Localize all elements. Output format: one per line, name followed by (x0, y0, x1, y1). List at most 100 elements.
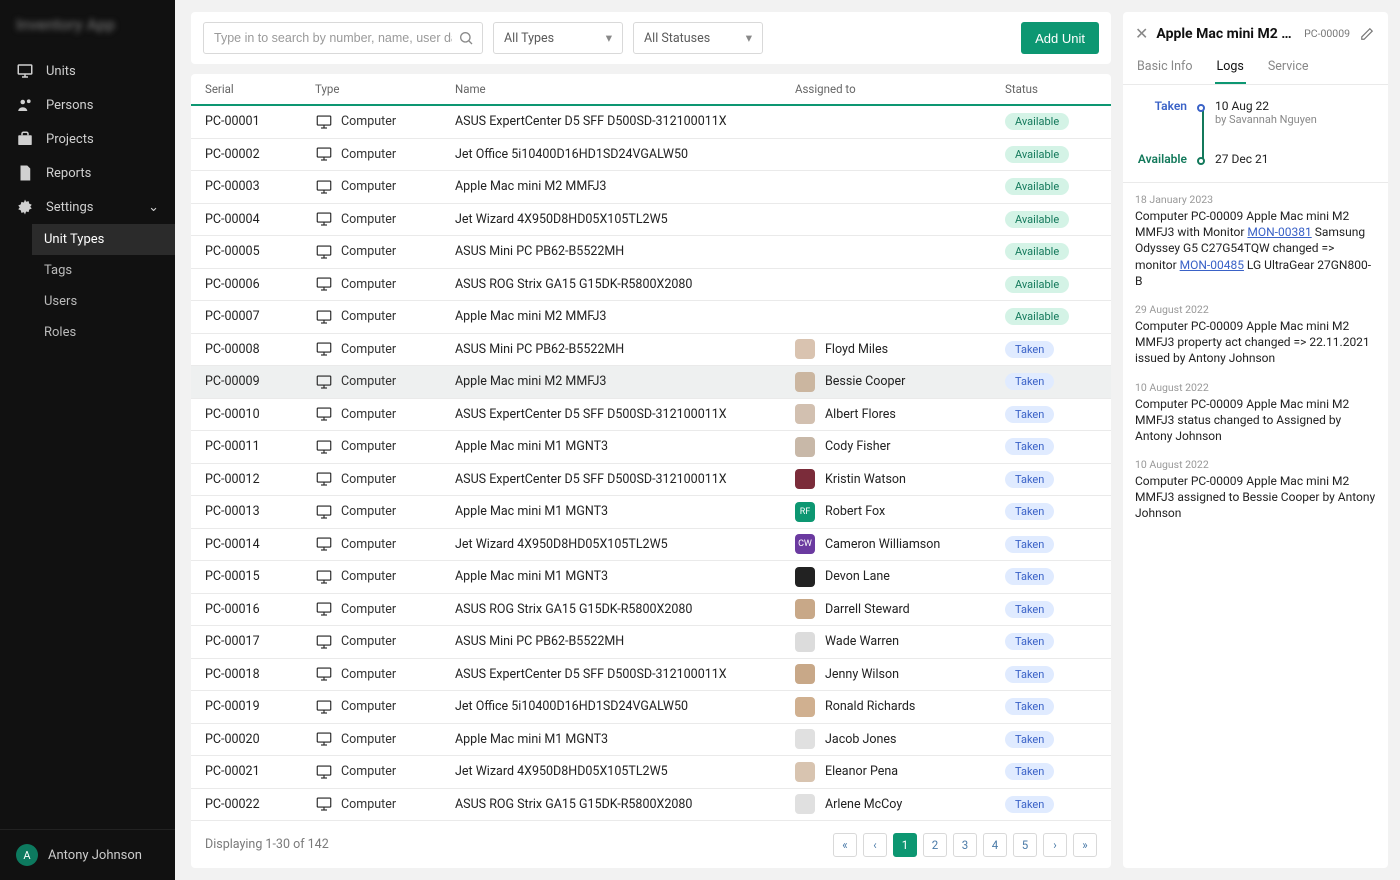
pager-prev[interactable]: ‹ (863, 833, 887, 857)
table-row[interactable]: PC-00019ComputerJet Office 5i10400D16HD1… (191, 691, 1111, 724)
table-row[interactable]: PC-00008ComputerASUS Mini PC PB62-B5522M… (191, 334, 1111, 367)
table-row[interactable]: PC-00016ComputerASUS ROG Strix GA15 G15D… (191, 594, 1111, 627)
row-menu-icon[interactable]: ⋮ (1105, 764, 1111, 780)
doc-icon (16, 164, 34, 182)
row-menu-icon[interactable]: ⋮ (1105, 471, 1111, 487)
status-badge: Taken (1005, 698, 1054, 715)
row-menu-icon[interactable]: ⋮ (1105, 406, 1111, 422)
row-menu-icon[interactable]: ⋮ (1105, 211, 1111, 227)
table-row[interactable]: PC-00012ComputerASUS ExpertCenter D5 SFF… (191, 464, 1111, 497)
pager-page[interactable]: 5 (1013, 833, 1037, 857)
tab-service[interactable]: Service (1266, 51, 1311, 84)
sidebar-item-persons[interactable]: Persons (0, 88, 175, 122)
nav-label: Units (46, 64, 76, 79)
table-body: PC-00001ComputerASUS ExpertCenter D5 SFF… (191, 106, 1111, 820)
table-row[interactable]: PC-00005ComputerASUS Mini PC PB62-B5522M… (191, 236, 1111, 269)
row-menu-icon[interactable]: ⋮ (1105, 731, 1111, 747)
cell-type: Computer (315, 178, 455, 196)
table-row[interactable]: PC-00017ComputerASUS Mini PC PB62-B5522M… (191, 626, 1111, 659)
row-menu-icon[interactable]: ⋮ (1105, 601, 1111, 617)
row-menu-icon[interactable]: ⋮ (1105, 536, 1111, 552)
table-row[interactable]: PC-00014ComputerJet Wizard 4X950D8HD05X1… (191, 529, 1111, 562)
table-row[interactable]: PC-00006ComputerASUS ROG Strix GA15 G15D… (191, 269, 1111, 302)
cell-name: Jet Wizard 4X950D8HD05X105TL2W5 (455, 537, 795, 552)
monitor-icon (315, 503, 333, 521)
tab-logs[interactable]: Logs (1215, 51, 1246, 84)
col-assigned: Assigned to (795, 82, 1005, 96)
row-menu-icon[interactable]: ⋮ (1105, 504, 1111, 520)
sidebar-user[interactable]: A Antony Johnson (0, 829, 175, 880)
row-menu-icon[interactable]: ⋮ (1105, 666, 1111, 682)
status-badge: Taken (1005, 731, 1054, 748)
row-menu-icon[interactable]: ⋮ (1105, 634, 1111, 650)
pager-page[interactable]: 3 (953, 833, 977, 857)
table-row[interactable]: PC-00001ComputerASUS ExpertCenter D5 SFF… (191, 106, 1111, 139)
sidebar-subitem-users[interactable]: Users (32, 286, 175, 317)
cell-type: Computer (315, 763, 455, 781)
table-row[interactable]: PC-00003ComputerApple Mac mini M2 MMFJ3A… (191, 171, 1111, 204)
monitor-icon (315, 535, 333, 553)
status-filter-dropdown[interactable]: All Statuses ▾ (633, 22, 763, 54)
sidebar-subitem-unit-types[interactable]: Unit Types (32, 224, 175, 255)
pager-page[interactable]: 2 (923, 833, 947, 857)
log-link[interactable]: MON-00381 (1247, 225, 1311, 239)
row-menu-icon[interactable]: ⋮ (1105, 276, 1111, 292)
table-row[interactable]: PC-00022ComputerASUS ROG Strix GA15 G15D… (191, 789, 1111, 821)
row-menu-icon[interactable]: ⋮ (1105, 146, 1111, 162)
tab-basic-info[interactable]: Basic Info (1135, 51, 1195, 84)
sidebar-item-projects[interactable]: Projects (0, 122, 175, 156)
table-row[interactable]: PC-00018ComputerASUS ExpertCenter D5 SFF… (191, 659, 1111, 692)
table-row[interactable]: PC-00015ComputerApple Mac mini M1 MGNT3D… (191, 561, 1111, 594)
row-menu-icon[interactable]: ⋮ (1105, 114, 1111, 130)
table-row[interactable]: PC-00007ComputerApple Mac mini M2 MMFJ3A… (191, 301, 1111, 334)
pager-prev[interactable]: « (833, 833, 857, 857)
sidebar-subitem-roles[interactable]: Roles (32, 317, 175, 348)
sidebar-item-settings[interactable]: Settings⌄ (0, 190, 175, 224)
table-row[interactable]: PC-00009ComputerApple Mac mini M2 MMFJ3B… (191, 366, 1111, 399)
table-row[interactable]: PC-00011ComputerApple Mac mini M1 MGNT3C… (191, 431, 1111, 464)
sidebar-item-units[interactable]: Units (0, 54, 175, 88)
detail-header: ✕ Apple Mac mini M2 MM... PC-00009 (1123, 12, 1388, 51)
row-menu-icon[interactable]: ⋮ (1105, 244, 1111, 260)
persons-icon (16, 96, 34, 114)
pager-next[interactable]: › (1043, 833, 1067, 857)
cell-type: Computer (315, 795, 455, 813)
row-menu-icon[interactable]: ⋮ (1105, 309, 1111, 325)
table-row[interactable]: PC-00020ComputerApple Mac mini M1 MGNT3J… (191, 724, 1111, 757)
row-menu-icon[interactable]: ⋮ (1105, 374, 1111, 390)
assigned-cell: Albert Flores (795, 404, 1005, 424)
pager-next[interactable]: » (1073, 833, 1097, 857)
avatar (795, 404, 815, 424)
pager-page[interactable]: 4 (983, 833, 1007, 857)
cell-serial: PC-00017 (205, 634, 315, 649)
table-row[interactable]: PC-00004ComputerJet Wizard 4X950D8HD05X1… (191, 204, 1111, 237)
type-filter-dropdown[interactable]: All Types ▾ (493, 22, 623, 54)
sidebar-subitem-tags[interactable]: Tags (32, 255, 175, 286)
edit-icon[interactable] (1358, 25, 1376, 43)
cell-name: ASUS Mini PC PB62-B5522MH (455, 634, 795, 649)
col-type: Type (315, 82, 455, 96)
table-header-row: Serial Type Name Assigned to Status (191, 74, 1111, 106)
table-row[interactable]: PC-00010ComputerASUS ExpertCenter D5 SFF… (191, 399, 1111, 432)
row-menu-icon[interactable]: ⋮ (1105, 699, 1111, 715)
row-menu-icon[interactable]: ⋮ (1105, 796, 1111, 812)
row-menu-icon[interactable]: ⋮ (1105, 341, 1111, 357)
table-row[interactable]: PC-00013ComputerApple Mac mini M1 MGNT3R… (191, 496, 1111, 529)
cell-name: ASUS ROG Strix GA15 G15DK-R5800X2080 (455, 797, 795, 812)
status-badge: Taken (1005, 438, 1054, 455)
timeline-by: by Savannah Nguyen (1215, 113, 1317, 126)
table-row[interactable]: PC-00002ComputerJet Office 5i10400D16HD1… (191, 139, 1111, 172)
row-menu-icon[interactable]: ⋮ (1105, 179, 1111, 195)
row-menu-icon[interactable]: ⋮ (1105, 439, 1111, 455)
sidebar-item-reports[interactable]: Reports (0, 156, 175, 190)
pager-page[interactable]: 1 (893, 833, 917, 857)
table-row[interactable]: PC-00021ComputerJet Wizard 4X950D8HD05X1… (191, 756, 1111, 789)
add-unit-button[interactable]: Add Unit (1021, 22, 1099, 54)
assigned-cell: Bessie Cooper (795, 372, 1005, 392)
search-input[interactable] (203, 22, 483, 54)
row-menu-icon[interactable]: ⋮ (1105, 569, 1111, 585)
log-link[interactable]: MON-00485 (1180, 258, 1244, 272)
monitor-icon (315, 730, 333, 748)
avatar (795, 664, 815, 684)
close-icon[interactable]: ✕ (1135, 24, 1148, 43)
